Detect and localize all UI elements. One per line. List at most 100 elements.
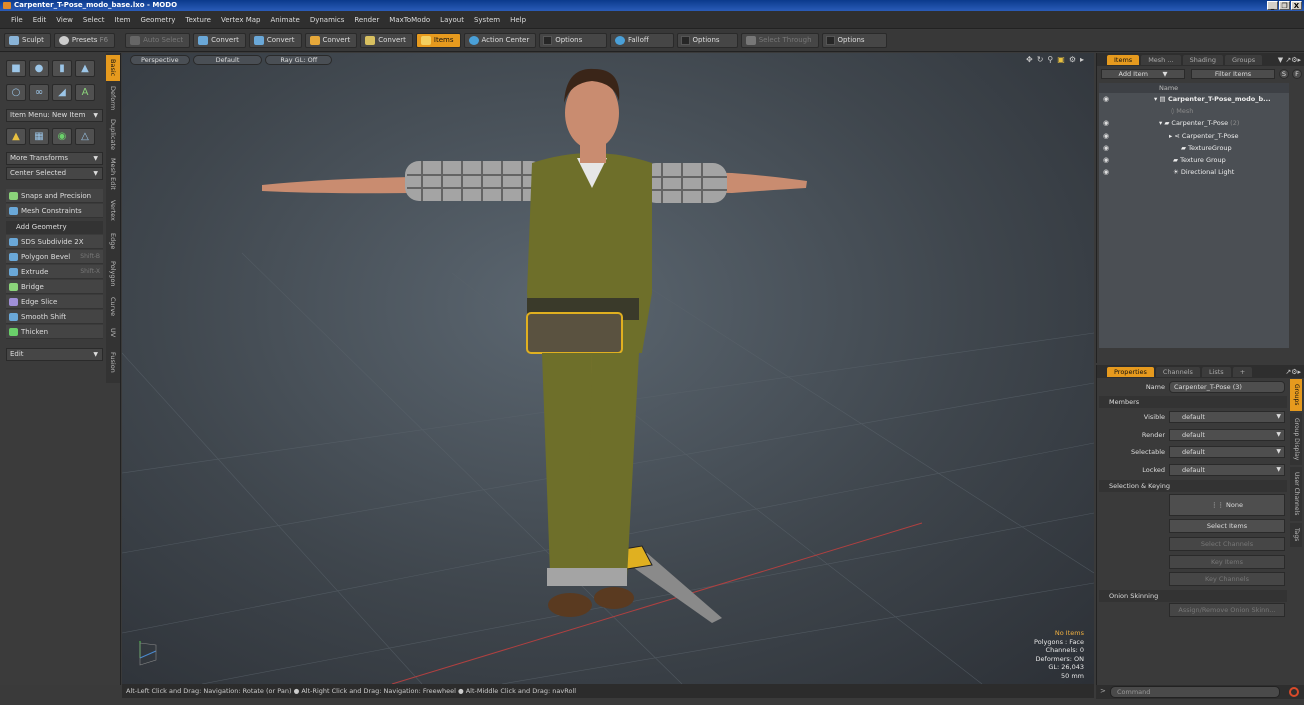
eye-icon[interactable]: ◉ — [1103, 166, 1109, 178]
menu-maxtomodo[interactable]: MaxToModo — [384, 16, 435, 24]
menu-file[interactable]: File — [6, 16, 28, 24]
locked-select[interactable]: default ▼ — [1169, 464, 1285, 476]
eye-icon[interactable]: ◉ — [1103, 93, 1109, 105]
none-button[interactable]: ⋮⋮ None — [1169, 494, 1285, 516]
tab-tags[interactable]: Tags — [1290, 523, 1302, 547]
render-select[interactable]: default ▼ — [1169, 429, 1285, 441]
s-button[interactable]: S — [1279, 69, 1289, 79]
auto-select-button[interactable]: Auto Select — [125, 33, 191, 48]
polygon-bevel-button[interactable]: Polygon Bevel Shift-B — [6, 250, 103, 264]
tab-edge[interactable]: Edge — [106, 227, 120, 255]
convert-vertices-button[interactable]: Convert — [193, 33, 246, 48]
sculpt-button[interactable]: Sculpt — [4, 33, 51, 48]
presets-button[interactable]: Presets F6 — [53, 33, 116, 48]
scene-canvas[interactable] — [122, 53, 1094, 684]
tree-row[interactable]: ◉ ▾ ▰ Carpenter_T-Pose (2) — [1099, 117, 1289, 129]
convert-edges-button[interactable]: Convert — [248, 33, 302, 48]
tree-row[interactable]: ◉ ▰ Texture Group — [1099, 154, 1289, 166]
menu-edit[interactable]: Edit — [28, 16, 52, 24]
menu-animate[interactable]: Animate — [265, 16, 304, 24]
more-transforms-dropdown[interactable]: More Transforms ▼ — [6, 152, 103, 165]
eye-icon[interactable]: ◉ — [1103, 117, 1109, 129]
eye-icon[interactable]: ◉ — [1103, 154, 1109, 166]
mesh-constraints-button[interactable]: Mesh Constraints — [6, 204, 103, 218]
zoom-icon[interactable]: ⚲ — [1047, 55, 1053, 64]
menu-system[interactable]: System — [469, 16, 505, 24]
wedge-icon[interactable]: ◢ — [52, 84, 72, 101]
panel-controls-icon[interactable]: ▼ ↗⚙▸ — [1278, 56, 1301, 64]
maximize-button[interactable]: ❐ — [1279, 1, 1290, 10]
tree-row[interactable]: ◊ Mesh — [1099, 105, 1289, 117]
menu-geometry[interactable]: Geometry — [135, 16, 180, 24]
tab-shading[interactable]: Shading — [1182, 54, 1223, 65]
3d-viewport[interactable]: Perspective Default Ray GL: Off ✥ ↻ ⚲ ▣ … — [122, 53, 1094, 684]
menu-item[interactable]: Item — [110, 16, 136, 24]
tab-vertex[interactable]: Vertex — [106, 195, 120, 225]
tree-row[interactable]: ◉ ▸ ⋖ Carpenter_T-Pose — [1099, 130, 1289, 142]
item-menu-dropdown[interactable]: Item Menu: New Item ▼ — [6, 109, 103, 122]
snaps-precision-button[interactable]: Snaps and Precision — [6, 189, 103, 203]
menu-vertex-map[interactable]: Vertex Map — [216, 16, 266, 24]
record-icon[interactable] — [1289, 687, 1299, 697]
action-center-options[interactable]: Options — [539, 33, 608, 48]
sds-subdivide-button[interactable]: SDS Subdivide 2X — [6, 235, 103, 249]
select-through-options[interactable]: Options — [821, 33, 888, 48]
menu-layout[interactable]: Layout — [435, 16, 469, 24]
tab-duplicate[interactable]: Duplicate — [106, 115, 120, 153]
convert-polygons-button[interactable]: Convert — [304, 33, 358, 48]
menu-render[interactable]: Render — [349, 16, 384, 24]
assign-onion-button[interactable]: Assign/Remove Onion Skinn... — [1169, 603, 1285, 617]
select-channels-button[interactable]: Select Channels — [1169, 537, 1285, 551]
tab-mesh[interactable]: Mesh ... — [1141, 54, 1181, 65]
falloff-options[interactable]: Options — [676, 33, 738, 48]
convert-materials-button[interactable]: Convert — [360, 33, 413, 48]
tab-deform[interactable]: Deform — [106, 83, 120, 113]
close-button[interactable]: X — [1291, 1, 1302, 10]
thicken-button[interactable]: Thicken — [6, 325, 103, 339]
capsule-icon[interactable]: ∞ — [29, 84, 49, 101]
menu-texture[interactable]: Texture — [180, 16, 216, 24]
visible-select[interactable]: default ▼ — [1169, 411, 1285, 423]
tab-mesh-edit[interactable]: Mesh Edit — [106, 155, 120, 193]
tab-groups-vertical[interactable]: Groups — [1290, 379, 1302, 411]
panel-controls-icon[interactable]: ↗⚙▸ — [1285, 368, 1301, 376]
tab-uv[interactable]: UV — [106, 323, 120, 343]
name-field[interactable]: Carpenter_T-Pose (3) — [1169, 381, 1285, 393]
add-item-button[interactable]: Add Item ▼ — [1101, 69, 1185, 79]
tab-properties[interactable]: Properties — [1107, 366, 1154, 377]
edit-dropdown[interactable]: Edit ▼ — [6, 348, 103, 361]
tab-group-display[interactable]: Group Display — [1290, 413, 1302, 465]
smooth-shift-button[interactable]: Smooth Shift — [6, 310, 103, 324]
selection-keying-section[interactable]: Selection & Keying — [1099, 480, 1287, 492]
tab-fusion[interactable]: Fusion — [106, 345, 120, 379]
menu-view[interactable]: View — [51, 16, 78, 24]
menu-dynamics[interactable]: Dynamics — [305, 16, 350, 24]
cylinder-icon[interactable]: ▮ — [52, 60, 72, 77]
filter-items-button[interactable]: Filter Items — [1191, 69, 1275, 79]
rotate-icon[interactable]: ↻ — [1037, 55, 1044, 64]
grid-icon[interactable]: ▦ — [29, 128, 49, 145]
minimize-button[interactable]: _ — [1267, 1, 1278, 10]
onion-skinning-section[interactable]: Onion Skinning — [1099, 590, 1287, 602]
tab-channels[interactable]: Channels — [1155, 366, 1200, 377]
view-perspective-button[interactable]: Perspective — [130, 55, 190, 65]
sphere-icon[interactable]: ● — [29, 60, 49, 77]
add-geometry-header[interactable]: Add Geometry — [6, 221, 103, 234]
selectable-select[interactable]: default ▼ — [1169, 446, 1285, 458]
move-icon[interactable]: ▲ — [6, 128, 26, 145]
tab-groups[interactable]: Groups — [1224, 54, 1263, 65]
select-items-button[interactable]: Select Items — [1169, 519, 1285, 533]
tree-row[interactable]: ◉ ▾ ▤ Carpenter_T-Pose_modo_b... — [1099, 93, 1289, 105]
gear-icon[interactable]: ⚙ — [1069, 55, 1076, 64]
edge-slice-button[interactable]: Edge Slice — [6, 295, 103, 309]
tab-items[interactable]: Items — [1107, 54, 1140, 65]
menu-select[interactable]: Select — [78, 16, 110, 24]
pan-icon[interactable]: ✥ — [1026, 55, 1033, 64]
extrude-button[interactable]: Extrude Shift-X — [6, 265, 103, 279]
eye-icon[interactable]: ◉ — [1103, 142, 1109, 154]
text-icon[interactable]: A — [75, 84, 95, 101]
tree-row[interactable]: ◉ ☀ Directional Light — [1099, 166, 1289, 178]
shading-default-button[interactable]: Default — [192, 55, 263, 65]
tree-row[interactable]: ◉ ▰ TextureGroup — [1099, 142, 1289, 154]
tab-polygon[interactable]: Polygon — [106, 257, 120, 291]
